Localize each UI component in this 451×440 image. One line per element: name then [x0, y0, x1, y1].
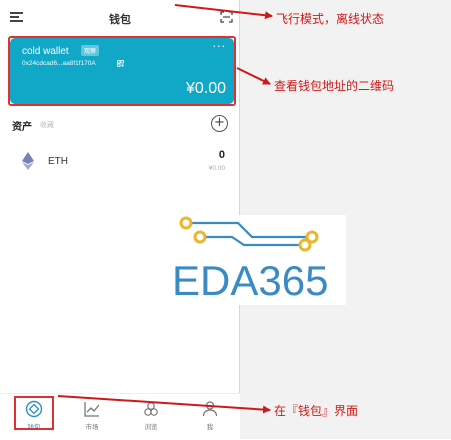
annotation-offline: 飞行模式，离线状态	[276, 12, 385, 26]
tab-profile[interactable]: 我	[180, 394, 240, 440]
eth-icon	[22, 152, 34, 170]
token-symbol[interactable]: ETH	[48, 156, 68, 167]
top-bar: 钱包	[0, 0, 240, 34]
assets-heading: 资产	[12, 122, 32, 133]
add-asset-button[interactable]: +	[211, 115, 228, 132]
annotation-wallet-page: 在『钱包』界面	[274, 404, 359, 418]
token-amount: 0	[218, 149, 225, 161]
eda365-watermark: EDA365	[168, 215, 346, 305]
chart-icon	[84, 402, 100, 417]
tab-browse[interactable]: 浏览	[121, 394, 181, 440]
tab-label-market: 市场	[85, 423, 99, 431]
collect-tab[interactable]: 收藏	[40, 120, 54, 130]
tab-market[interactable]: 市场	[62, 394, 122, 440]
tab-label-browse: 浏览	[144, 423, 158, 431]
circuit-logo-icon	[179, 216, 319, 252]
highlight-box-wallet-tab	[14, 396, 54, 430]
highlight-box-card	[8, 36, 236, 106]
watermark-text: EDA365	[172, 257, 329, 304]
page-title: 钱包	[109, 13, 131, 26]
token-value: ¥0.00	[208, 165, 225, 172]
profile-icon	[202, 401, 218, 417]
annotation-qr: 查看钱包地址的二维码	[274, 79, 395, 93]
tab-label-profile: 我	[206, 423, 214, 431]
browse-icon	[144, 402, 158, 416]
scan-icon[interactable]	[220, 11, 233, 23]
